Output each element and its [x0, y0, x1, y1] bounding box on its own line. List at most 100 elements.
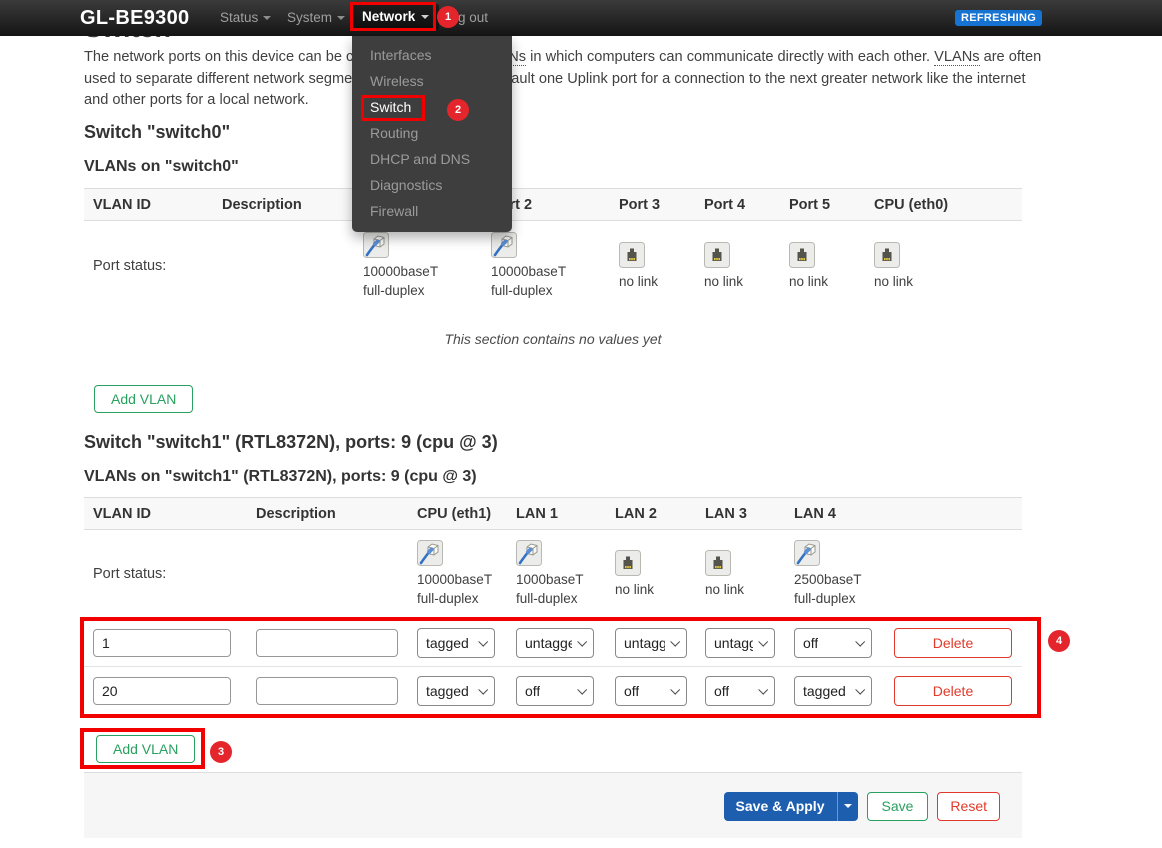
port-status-cell: no link: [606, 530, 696, 618]
ethernet-nolink-icon: [789, 242, 815, 268]
ethernet-nolink-icon: [704, 242, 730, 268]
switch1-table-header: VLAN ID Description CPU (eth1) LAN 1 LAN…: [84, 497, 1022, 530]
menu-item-firewall[interactable]: Firewall: [352, 198, 512, 224]
switch1-table: VLAN ID Description CPU (eth1) LAN 1 LAN…: [84, 497, 1022, 714]
add-vlan-button-switch1[interactable]: Add VLAN: [96, 735, 195, 763]
lan1-select[interactable]: off: [516, 676, 594, 706]
menu-item-wireless[interactable]: Wireless: [352, 68, 512, 94]
chevron-down-icon: [855, 685, 865, 695]
ethernet-nolink-icon: [619, 242, 645, 268]
port-status-cell: 10000baseT full-duplex: [482, 221, 610, 311]
cpu-eth1-select[interactable]: tagged: [417, 676, 495, 706]
ethernet-nolink-icon: [874, 242, 900, 268]
switch1-vlans-heading: VLANs on "switch1" (RTL8372N), ports: 9 …: [84, 468, 477, 486]
chevron-down-icon: [758, 685, 768, 695]
nav-item-logout[interactable]: Log out: [443, 0, 488, 36]
caret-down-icon: [421, 15, 429, 19]
column-header: LAN 1: [507, 506, 606, 522]
column-header: Port 3: [610, 197, 695, 213]
lan2-select[interactable]: untagg: [615, 628, 687, 658]
vlan-description-input[interactable]: [256, 677, 398, 705]
nav-item-system[interactable]: System: [287, 0, 345, 36]
vlan-abbr: VLANs: [934, 49, 979, 66]
lan4-select[interactable]: off: [794, 628, 872, 658]
nav-item-network[interactable]: Network: [352, 4, 439, 29]
chevron-down-icon: [478, 637, 488, 647]
vlan-row: tagged untagge untagg untagg off Delete: [84, 618, 1022, 666]
lan3-select[interactable]: untagg: [705, 628, 775, 658]
port-status-cell: 1000baseT full-duplex: [507, 530, 606, 618]
column-header: Description: [247, 506, 408, 522]
chevron-down-icon: [670, 685, 680, 695]
save-button[interactable]: Save: [867, 792, 929, 821]
delete-vlan-button[interactable]: Delete: [894, 628, 1012, 658]
switch0-table-header: VLAN ID Description Port 1 Port 2 Port 3…: [84, 188, 1022, 221]
vlan-id-input[interactable]: [93, 677, 231, 705]
refreshing-badge: REFRESHING: [955, 10, 1042, 26]
page-description: The network ports on this device can be …: [84, 47, 1046, 112]
port-status-cell: no link: [780, 221, 865, 311]
vlan-description-input[interactable]: [256, 629, 398, 657]
menu-item-routing[interactable]: Routing: [352, 120, 512, 146]
network-dropdown-menu: Interfaces Wireless Switch Routing DHCP …: [352, 36, 512, 232]
nav-item-status[interactable]: Status: [220, 0, 271, 36]
menu-item-diagnostics[interactable]: Diagnostics: [352, 172, 512, 198]
port-status-cell: 10000baseT full-duplex: [408, 530, 507, 618]
ethernet-connected-icon: [516, 540, 542, 566]
cpu-eth1-select[interactable]: tagged: [417, 628, 495, 658]
port-status-label: Port status:: [84, 530, 247, 618]
column-header: LAN 3: [696, 506, 785, 522]
menu-item-dhcp-dns[interactable]: DHCP and DNS: [352, 146, 512, 172]
chevron-down-icon: [670, 637, 680, 647]
ethernet-connected-icon: [363, 232, 389, 258]
chevron-down-icon: [855, 637, 865, 647]
switch0-vlans-heading: VLANs on "switch0": [84, 158, 239, 176]
switch1-heading: Switch "switch1" (RTL8372N), ports: 9 (c…: [84, 432, 498, 453]
port-status-cell: no link: [610, 221, 695, 311]
port-status-cell: no link: [696, 530, 785, 618]
save-apply-button[interactable]: Save & Apply: [724, 792, 837, 821]
reset-button[interactable]: Reset: [937, 792, 1000, 821]
brand-logo[interactable]: GL-BE9300: [80, 0, 189, 36]
delete-vlan-button[interactable]: Delete: [894, 676, 1012, 706]
chevron-down-icon: [478, 685, 488, 695]
switch0-table: VLAN ID Description Port 1 Port 2 Port 3…: [84, 188, 1022, 311]
column-header: LAN 2: [606, 506, 696, 522]
chevron-down-icon: [577, 637, 587, 647]
column-header: VLAN ID: [84, 197, 213, 213]
port-status-cell: no link: [865, 221, 1022, 311]
column-header: VLAN ID: [84, 506, 247, 522]
column-header: CPU (eth1): [408, 506, 507, 522]
lan1-select[interactable]: untagge: [516, 628, 594, 658]
chevron-down-icon: [577, 685, 587, 695]
column-header: CPU (eth0): [865, 197, 1022, 213]
vlan-row: tagged off off off tagged Delete: [84, 666, 1022, 714]
port-status-cell: 2500baseT full-duplex: [785, 530, 885, 618]
vlan-id-input[interactable]: [93, 629, 231, 657]
footer-bar: Save & Apply Save Reset: [84, 772, 1022, 838]
lan4-select[interactable]: tagged: [794, 676, 872, 706]
port-status-cell: 10000baseT full-duplex: [354, 221, 482, 311]
add-vlan-button-switch0[interactable]: Add VLAN: [94, 385, 193, 413]
lan2-select[interactable]: off: [615, 676, 687, 706]
ethernet-nolink-icon: [615, 550, 641, 576]
menu-item-switch[interactable]: Switch: [352, 94, 512, 120]
lan3-select[interactable]: off: [705, 676, 775, 706]
ethernet-connected-icon: [417, 540, 443, 566]
switch1-port-status-row: Port status: 10000baseT full-duplex 1000…: [84, 530, 1022, 618]
menu-item-interfaces[interactable]: Interfaces: [352, 42, 512, 68]
ethernet-connected-icon: [491, 232, 517, 258]
annotation-step-4: 4: [1048, 630, 1070, 652]
ethernet-connected-icon: [794, 540, 820, 566]
column-header: Port 4: [695, 197, 780, 213]
port-status-cell: no link: [695, 221, 780, 311]
save-apply-split-button: Save & Apply: [724, 792, 858, 821]
top-navbar: GL-BE9300 Status System Network Log out …: [0, 0, 1162, 36]
column-header: Description: [213, 197, 354, 213]
save-apply-dropdown-button[interactable]: [837, 792, 858, 821]
column-header: LAN 4: [785, 506, 885, 522]
caret-down-icon: [337, 16, 345, 20]
column-header: Port 5: [780, 197, 865, 213]
chevron-down-icon: [758, 637, 768, 647]
port-status-label: Port status:: [84, 221, 213, 311]
